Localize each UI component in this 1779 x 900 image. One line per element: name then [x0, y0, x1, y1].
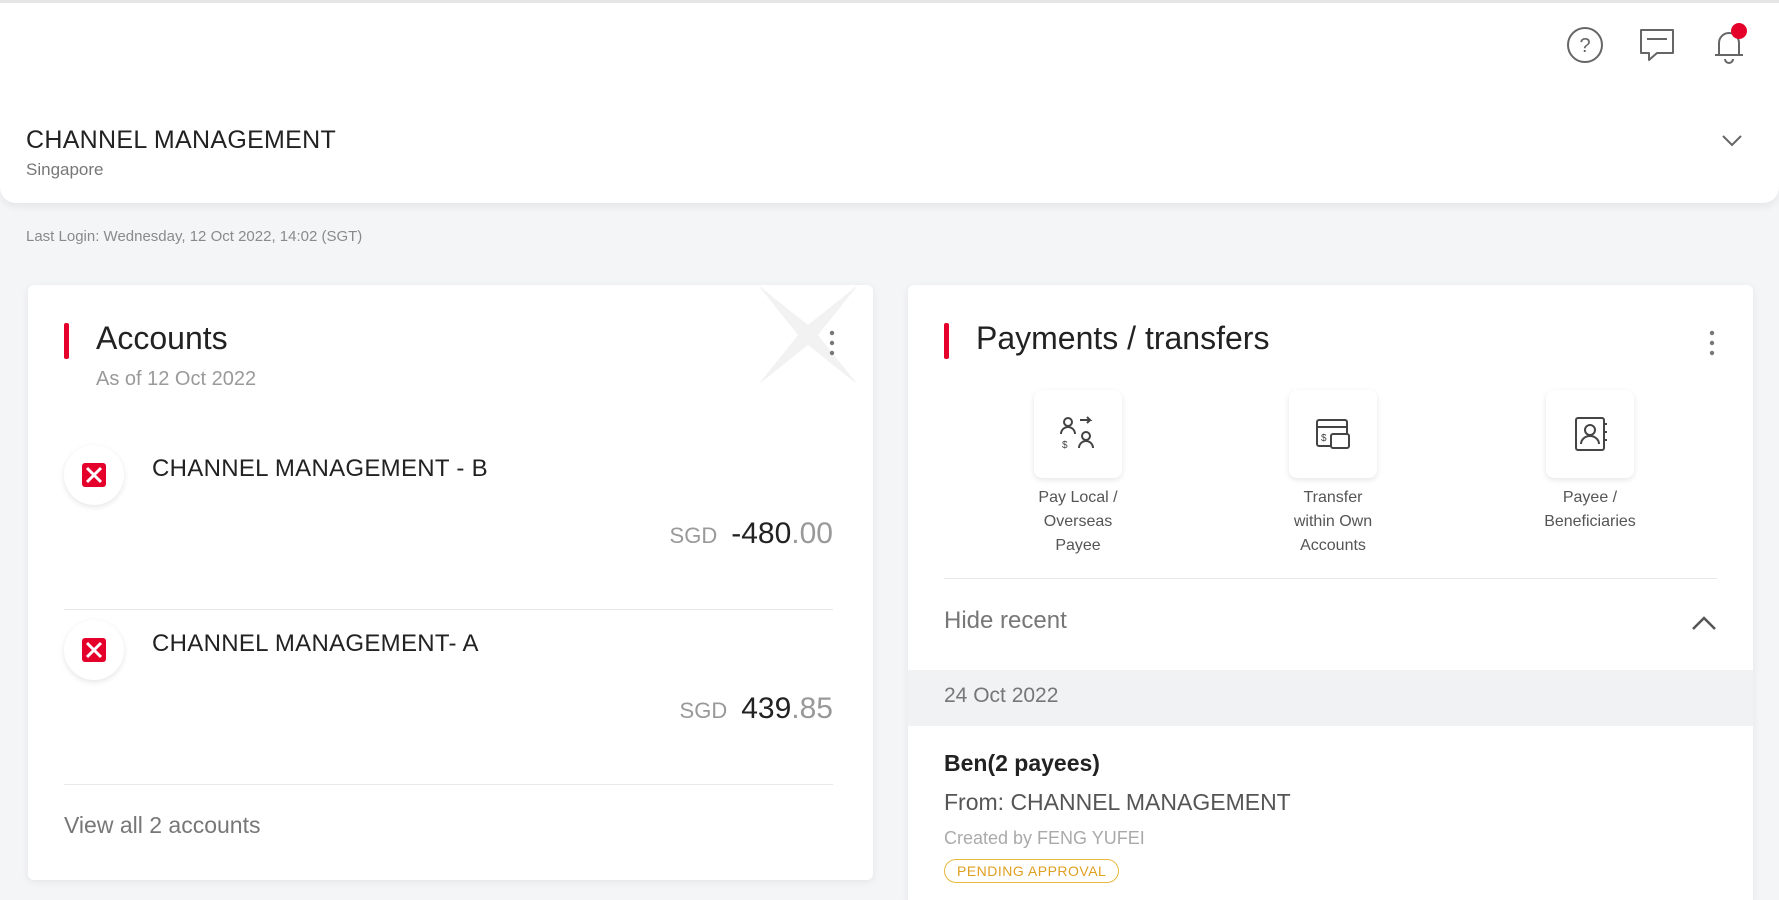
bell-icon[interactable] [1709, 23, 1749, 65]
recent-date: 24 Oct 2022 [944, 684, 1059, 707]
accent-bar [944, 323, 949, 359]
currency-code: SGD [679, 698, 728, 723]
account-name: CHANNEL MANAGEMENT- A [152, 630, 479, 657]
payee-book-icon [1546, 390, 1634, 478]
help-icon[interactable]: ? [1565, 25, 1605, 65]
watermark-icon [748, 285, 868, 395]
account-balance: SGD -480.00 [670, 517, 833, 551]
transaction-from: From: CHANNEL MANAGEMENT [944, 789, 1291, 815]
kebab-menu-icon[interactable] [827, 329, 837, 357]
transfer-own-icon: $ [1289, 390, 1377, 478]
pay-payee-icon: $ [1034, 390, 1122, 478]
card-subtitle: As of 12 Oct 2022 [96, 368, 257, 390]
top-bar: ? [0, 0, 1779, 110]
card-title: Accounts [96, 320, 228, 356]
account-balance: SGD 439.85 [680, 692, 833, 726]
kebab-menu-icon[interactable] [1707, 329, 1717, 357]
action-label: Pay Local / Overseas Payee [1038, 489, 1118, 554]
chevron-down-icon[interactable] [1721, 134, 1743, 153]
balance-integer: 439 [741, 692, 792, 725]
company-name: CHANNEL MANAGEMENT [26, 126, 337, 154]
card-title: Payments / transfers [976, 320, 1270, 356]
account-name: CHANNEL MANAGEMENT - B [152, 455, 488, 482]
recent-transaction[interactable]: Ben(2 payees) From: CHANNEL MANAGEMENT C… [944, 750, 1291, 883]
transaction-creator: Created by FENG YUFEI [944, 828, 1145, 848]
last-login-text: Last Login: Wednesday, 12 Oct 2022, 14:0… [26, 228, 363, 245]
bank-logo-icon [64, 445, 124, 505]
svg-text:$: $ [1062, 440, 1068, 451]
status-badge: PENDING APPROVAL [944, 859, 1120, 883]
pay-payee-action[interactable]: $ Pay Local / Overseas Payee [1013, 390, 1143, 558]
hide-recent-toggle[interactable]: Hide recent [944, 607, 1067, 635]
company-location: Singapore [26, 160, 104, 179]
balance-integer: -480 [731, 517, 792, 550]
divider [944, 578, 1717, 579]
account-row[interactable]: CHANNEL MANAGEMENT - B SGD -480.00 [28, 435, 873, 610]
balance-decimal: .00 [791, 517, 833, 550]
payments-card: Payments / transfers $ Pay Local / Overs… [908, 285, 1753, 900]
company-selector[interactable]: CHANNEL MANAGEMENT Singapore [0, 108, 1779, 203]
balance-value: 439.85 [741, 692, 833, 726]
currency-code: SGD [669, 523, 718, 548]
account-row[interactable]: CHANNEL MANAGEMENT- A SGD 439.85 [28, 610, 873, 785]
header-icons: ? [1565, 23, 1749, 65]
recent-date-header: 24 Oct 2022 [908, 670, 1753, 726]
chat-icon[interactable] [1637, 25, 1677, 65]
notification-dot [1731, 23, 1747, 39]
svg-text:$: $ [1321, 433, 1327, 444]
quick-actions: $ Pay Local / Overseas Payee $ Transfer … [948, 390, 1713, 570]
svg-text:?: ? [1579, 35, 1590, 57]
balance-value: -480.00 [731, 517, 833, 551]
accounts-card: Accounts As of 12 Oct 2022 CHANNEL MANAG… [28, 285, 873, 880]
transaction-title: Ben(2 payees) [944, 750, 1100, 776]
action-label: Payee / Beneficiaries [1544, 489, 1636, 530]
divider [64, 784, 833, 785]
view-all-accounts-link[interactable]: View all 2 accounts [64, 812, 260, 839]
payee-book-action[interactable]: Payee / Beneficiaries [1525, 390, 1655, 534]
transfer-own-action[interactable]: $ Transfer within Own Accounts [1268, 390, 1398, 558]
accent-bar [64, 323, 69, 359]
action-label: Transfer within Own Accounts [1293, 489, 1373, 554]
balance-decimal: .85 [791, 692, 833, 725]
chevron-up-icon[interactable] [1691, 615, 1717, 636]
bank-logo-icon [64, 620, 124, 680]
